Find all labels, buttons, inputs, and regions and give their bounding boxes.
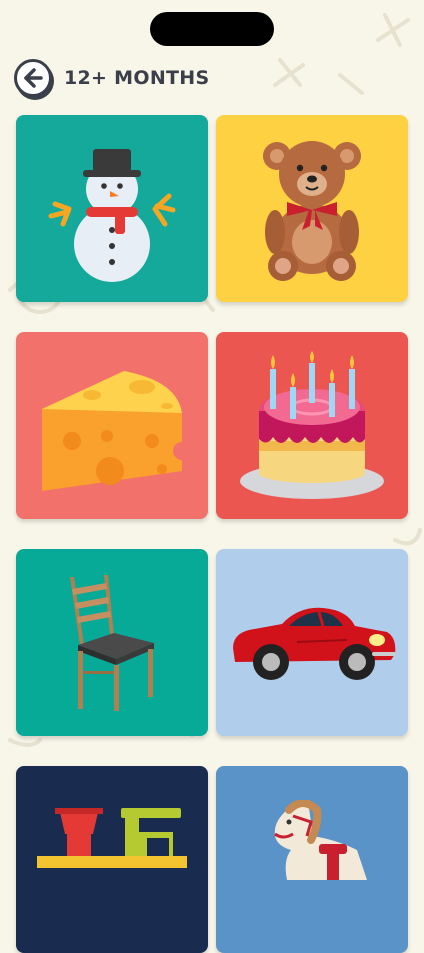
snowman-icon xyxy=(48,148,176,282)
cheese-icon xyxy=(42,370,191,491)
tile-cheese[interactable] xyxy=(16,332,208,519)
status-bar xyxy=(0,0,424,50)
tile-teddy-bear[interactable] xyxy=(216,115,408,302)
page-title: 12+ MONTHS xyxy=(64,67,210,89)
tile-chair[interactable] xyxy=(16,549,208,736)
arrow-left-icon xyxy=(24,68,43,88)
tile-birthday-cake[interactable] xyxy=(216,332,408,519)
teddy-bear-icon xyxy=(263,140,361,281)
rocking-horse-icon xyxy=(274,800,367,880)
tile-car[interactable] xyxy=(216,549,408,736)
tile-snowman[interactable] xyxy=(16,115,208,302)
toy-train-icon xyxy=(37,808,187,868)
tile-rocking-horse[interactable] xyxy=(216,766,408,953)
birthday-cake-icon xyxy=(240,350,384,499)
back-button[interactable] xyxy=(14,59,52,97)
car-icon xyxy=(233,607,396,680)
camera-notch xyxy=(150,12,274,46)
tile-toy-train[interactable] xyxy=(16,766,208,953)
chair-icon xyxy=(70,574,154,711)
header: 12+ MONTHS xyxy=(14,58,394,98)
